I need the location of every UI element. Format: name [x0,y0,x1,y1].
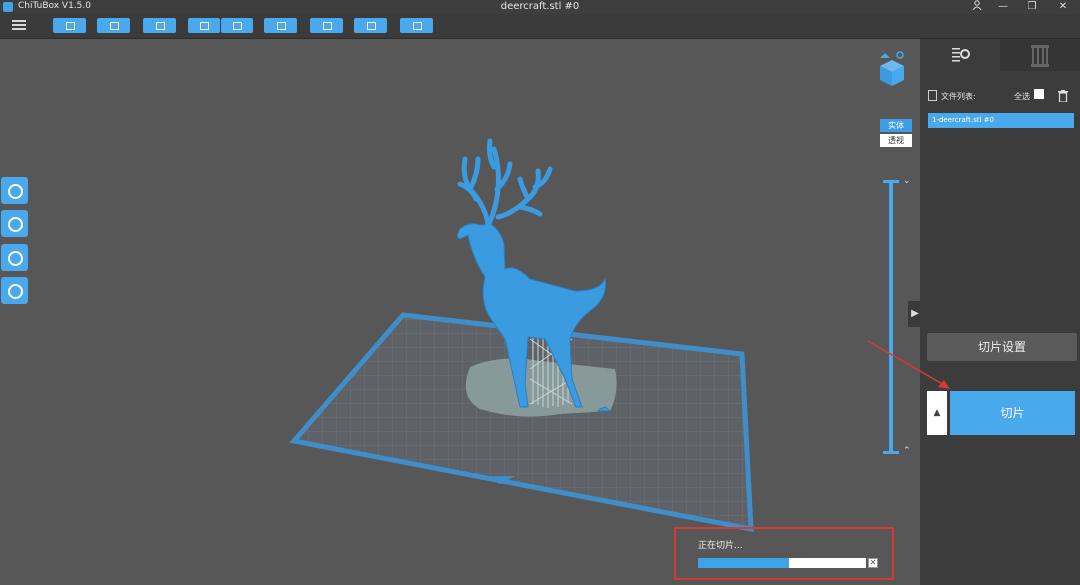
export-icon[interactable] [143,18,176,33]
progress-bar [698,558,866,568]
minimize-icon[interactable]: — [990,0,1016,14]
file-list-label: 文件列表: [941,92,976,101]
redo-icon[interactable] [221,18,253,33]
right-sidebar: 文件列表: 全选 1-deercraft.stl #0 切片设置 ▲ 切片 [920,39,1080,585]
slice-button[interactable]: 切片 [950,391,1075,435]
view-cube-icon[interactable] [876,50,908,88]
rotate-icon[interactable] [1,210,28,237]
expand-up-icon[interactable]: ▲ [927,391,947,435]
restore-icon[interactable]: ❐ [1019,0,1045,14]
trash-icon[interactable] [1058,87,1068,103]
copy-icon[interactable] [264,18,297,33]
scale-icon[interactable] [1,244,28,271]
open-file-icon[interactable] [53,18,86,33]
3d-viewport[interactable] [0,39,920,585]
title-bar: ChiTuBox V1.5.0 deercraft.stl #0 — ❐ ✕ [0,0,1080,14]
file-list-icon [928,90,937,101]
chevron-down-icon[interactable]: ⌄ [903,176,911,186]
document-title: deercraft.stl #0 [500,1,580,12]
raft [465,358,617,417]
build-scene [289,138,754,533]
transparent-view-button[interactable]: 透视 [880,134,912,147]
progress-label: 正在切片... [698,541,743,551]
hollow-icon[interactable] [354,18,387,33]
chevron-up-icon[interactable]: ⌃ [903,446,911,456]
file-list-item[interactable]: 1-deercraft.stl #0 [928,113,1074,128]
cancel-icon[interactable]: ✕ [868,558,878,568]
menu-icon[interactable] [12,18,26,32]
progress-fill [698,558,789,568]
move-icon[interactable] [1,177,28,204]
settings-icon[interactable] [400,18,433,33]
select-all-checkbox[interactable] [1034,89,1044,99]
select-all-label: 全选 [1014,92,1030,101]
support-icon[interactable] [310,18,343,33]
close-icon[interactable]: ✕ [1050,0,1076,14]
printer-icon[interactable] [1000,39,1080,71]
mirror-icon[interactable] [1,277,28,304]
undo-icon[interactable] [188,18,220,33]
slider-bottom-handle[interactable] [883,451,899,454]
slicing-progress-panel: 正在切片... ✕ [674,527,894,580]
annotation-arrow [867,340,950,389]
user-icon[interactable] [964,0,990,14]
sidebar-tabs [920,39,1080,71]
solid-view-button[interactable]: 实体 [880,119,912,132]
model-settings-icon[interactable] [920,39,1000,71]
toolbar [0,14,1080,39]
save-icon[interactable] [97,18,130,33]
layer-slider[interactable] [889,181,893,453]
